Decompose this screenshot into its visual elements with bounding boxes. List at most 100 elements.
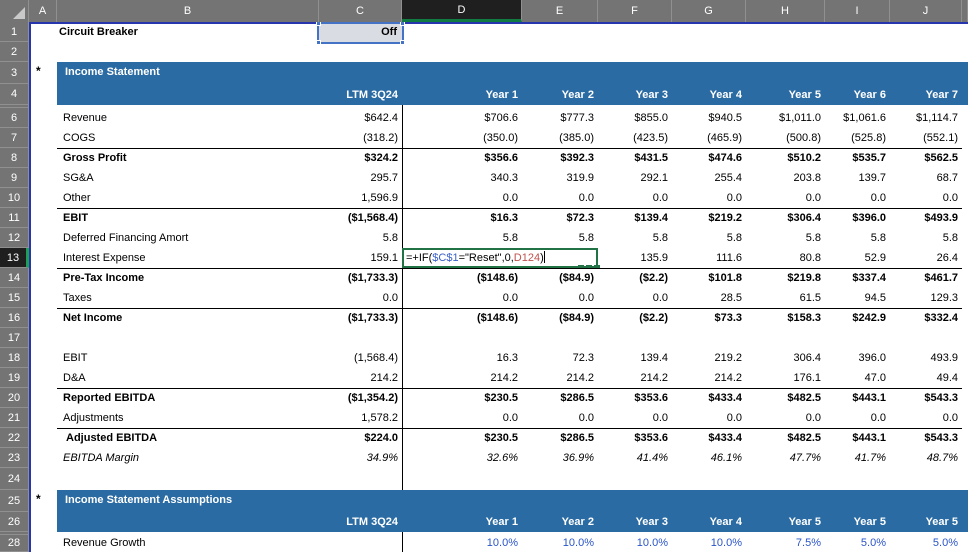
cell-D16[interactable]: ($148.6) — [402, 309, 522, 328]
cell-B17[interactable] — [57, 328, 319, 348]
cell-F16[interactable]: ($2.2) — [598, 309, 672, 328]
row-header-1[interactable]: 1 — [0, 22, 29, 42]
row-header-28[interactable]: 28 — [0, 535, 29, 552]
as-col-header-6[interactable]: Year 5 — [825, 513, 890, 531]
cell-E9[interactable]: 319.9 — [522, 168, 598, 188]
row-header-14[interactable]: 14 — [0, 268, 29, 288]
cell-D28[interactable]: 10.0% — [402, 535, 522, 552]
cell-F8[interactable]: $431.5 — [598, 149, 672, 168]
cell-I7[interactable]: (525.8) — [825, 128, 890, 148]
column-header-G[interactable]: G — [672, 0, 746, 22]
as-col-header-1[interactable]: Year 1 — [402, 513, 522, 531]
is-col-header-4[interactable]: Year 4 — [672, 86, 746, 104]
cell-G14[interactable]: $101.8 — [672, 269, 746, 288]
is-col-header-2[interactable]: Year 2 — [522, 86, 598, 104]
cell-C6[interactable]: $642.4 — [319, 108, 402, 128]
cell-I16[interactable]: $242.9 — [825, 309, 890, 328]
is-col-header-6[interactable]: Year 6 — [825, 86, 890, 104]
cell-E15[interactable]: 0.0 — [522, 288, 598, 308]
cell-J9[interactable]: 68.7 — [890, 168, 962, 188]
cell-E20[interactable]: $286.5 — [522, 389, 598, 408]
cell-E6[interactable]: $777.3 — [522, 108, 598, 128]
cell-D18[interactable]: 16.3 — [402, 348, 522, 368]
cell-H16[interactable]: $158.3 — [746, 309, 825, 328]
cell-F19[interactable]: 214.2 — [598, 368, 672, 388]
cell-E8[interactable]: $392.3 — [522, 149, 598, 168]
row-header-20[interactable]: 20 — [0, 388, 29, 408]
cell-C10[interactable]: 1,596.9 — [319, 188, 402, 208]
cell-J28[interactable]: 5.0% — [890, 535, 962, 552]
cell-H15[interactable]: 61.5 — [746, 288, 825, 308]
cell-I28[interactable]: 5.0% — [825, 535, 890, 552]
as-col-header-3[interactable]: Year 3 — [598, 513, 672, 531]
as-col-header-2[interactable]: Year 2 — [522, 513, 598, 531]
cell-G6[interactable]: $940.5 — [672, 108, 746, 128]
cell-B20[interactable]: Reported EBITDA — [57, 389, 319, 408]
cell-G8[interactable]: $474.6 — [672, 149, 746, 168]
cell-H6[interactable]: $1,011.0 — [746, 108, 825, 128]
column-header-F[interactable]: F — [598, 0, 672, 22]
cell-D11[interactable]: $16.3 — [402, 209, 522, 228]
row-header-13[interactable]: 13 — [0, 248, 29, 268]
cell-I13[interactable]: 52.9 — [825, 248, 890, 268]
cell-I15[interactable]: 94.5 — [825, 288, 890, 308]
cell-C9[interactable]: 295.7 — [319, 168, 402, 188]
cell-G9[interactable]: 255.4 — [672, 168, 746, 188]
cell-D14[interactable]: ($148.6) — [402, 269, 522, 288]
cell-B14[interactable]: Pre-Tax Income — [57, 269, 319, 288]
cell-F17[interactable] — [598, 328, 672, 348]
cell-B22[interactable]: Adjusted EBITDA — [57, 429, 319, 448]
cell-E21[interactable]: 0.0 — [522, 408, 598, 428]
cell-H9[interactable]: 203.8 — [746, 168, 825, 188]
row-header-16[interactable]: 16 — [0, 308, 29, 328]
cell-B12[interactable]: Deferred Financing Amort — [57, 228, 319, 248]
is-col-header-0[interactable]: LTM 3Q24 — [319, 86, 402, 104]
cell-B11[interactable]: EBIT — [57, 209, 319, 228]
cell-H11[interactable]: $306.4 — [746, 209, 825, 228]
row-header-15[interactable]: 15 — [0, 288, 29, 308]
cell-J23[interactable]: 48.7% — [890, 448, 962, 468]
cell-G16[interactable]: $73.3 — [672, 309, 746, 328]
cell-I19[interactable]: 47.0 — [825, 368, 890, 388]
income-statement-banner[interactable]: Income Statement LTM 3Q24Year 1Year 2Yea… — [57, 62, 968, 105]
cell-B18[interactable]: EBIT — [57, 348, 319, 368]
cell-J13[interactable]: 26.4 — [890, 248, 962, 268]
cell-C7[interactable]: (318.2) — [319, 128, 402, 148]
cell-C12[interactable]: 5.8 — [319, 228, 402, 248]
row-header-10[interactable]: 10 — [0, 188, 29, 208]
cell-F13[interactable]: 135.9 — [598, 248, 672, 268]
as-col-header-5[interactable]: Year 5 — [746, 513, 825, 531]
cell-D23[interactable]: 32.6% — [402, 448, 522, 468]
cell-E18[interactable]: 72.3 — [522, 348, 598, 368]
cell-C15[interactable]: 0.0 — [319, 288, 402, 308]
cell-H18[interactable]: 306.4 — [746, 348, 825, 368]
cell-B10[interactable]: Other — [57, 188, 319, 208]
cell-D20[interactable]: $230.5 — [402, 389, 522, 408]
row-header-11[interactable]: 11 — [0, 208, 29, 228]
column-header-A[interactable]: A — [29, 0, 57, 22]
column-header-E[interactable]: E — [522, 0, 598, 22]
cell-D15[interactable]: 0.0 — [402, 288, 522, 308]
cell-H7[interactable]: (500.8) — [746, 128, 825, 148]
column-header-D[interactable]: D — [402, 0, 522, 22]
column-header-C[interactable]: C — [319, 0, 402, 22]
column-header-B[interactable]: B — [57, 0, 319, 22]
as-col-header-4[interactable]: Year 4 — [672, 513, 746, 531]
cell-H19[interactable]: 176.1 — [746, 368, 825, 388]
cell-H17[interactable] — [746, 328, 825, 348]
cell-J8[interactable]: $562.5 — [890, 149, 962, 168]
cell-F22[interactable]: $353.6 — [598, 429, 672, 448]
row-header-21[interactable]: 21 — [0, 408, 29, 428]
cell-B8[interactable]: Gross Profit — [57, 149, 319, 168]
cell-H14[interactable]: $219.8 — [746, 269, 825, 288]
row-header-7[interactable]: 7 — [0, 128, 29, 148]
cell-H12[interactable]: 5.8 — [746, 228, 825, 248]
cell-I6[interactable]: $1,061.6 — [825, 108, 890, 128]
cell-J6[interactable]: $1,114.7 — [890, 108, 962, 128]
cell-E19[interactable]: 214.2 — [522, 368, 598, 388]
cell-C19[interactable]: 214.2 — [319, 368, 402, 388]
cell-C13[interactable]: 159.1 — [319, 248, 402, 268]
cell-F7[interactable]: (423.5) — [598, 128, 672, 148]
cell-F6[interactable]: $855.0 — [598, 108, 672, 128]
cell-E11[interactable]: $72.3 — [522, 209, 598, 228]
